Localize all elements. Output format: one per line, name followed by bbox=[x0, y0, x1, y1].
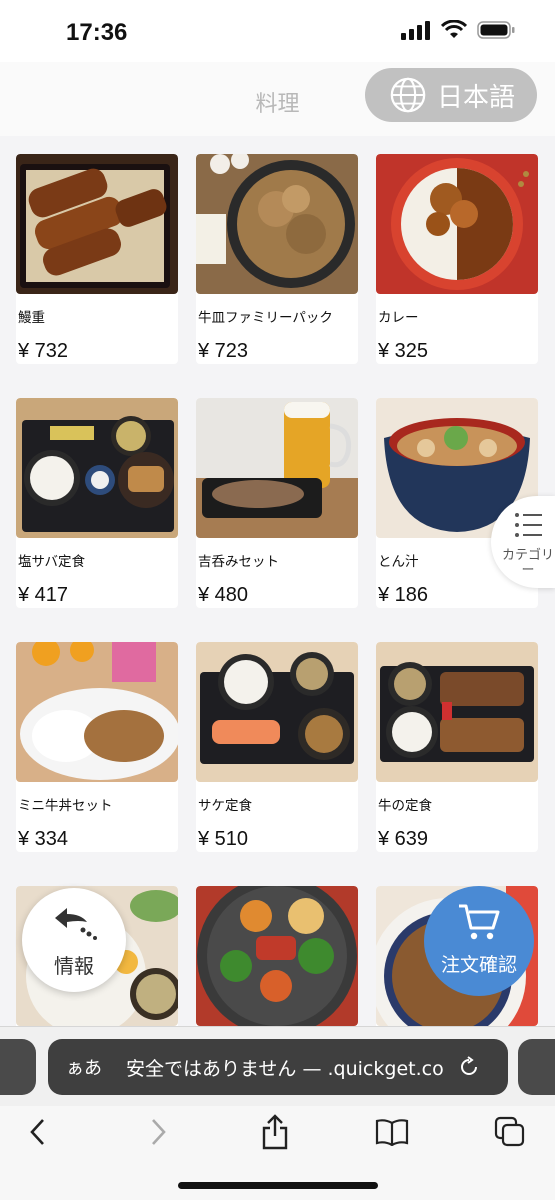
address-bar[interactable]: ぁあ 安全ではありません — .quickget.co bbox=[48, 1039, 508, 1095]
menu-item-image bbox=[376, 154, 538, 294]
menu-item-price: ¥ 723 bbox=[198, 340, 249, 362]
menu-item-image bbox=[196, 642, 358, 782]
menu-item-price: ¥ 510 bbox=[198, 828, 249, 850]
chevron-left-icon bbox=[30, 1119, 44, 1145]
language-button[interactable]: 日本語 bbox=[365, 68, 537, 122]
previous-tab[interactable] bbox=[0, 1039, 36, 1095]
menu-item-name: 牛の定食 bbox=[378, 798, 432, 814]
menu-item-price: ¥ 325 bbox=[378, 340, 429, 362]
next-tab[interactable] bbox=[518, 1039, 555, 1095]
menu-item-price: ¥ 186 bbox=[378, 584, 429, 606]
menu-item-card[interactable]: 牛皿ファミリーパック ¥ 723 bbox=[196, 154, 358, 364]
menu-item-image bbox=[16, 154, 178, 294]
share-button[interactable] bbox=[255, 1112, 295, 1152]
battery-icon bbox=[477, 21, 515, 39]
category-button[interactable]: カテゴリー bbox=[491, 496, 555, 588]
menu-item-name: 鰻重 bbox=[18, 310, 45, 326]
browser-url-area: ぁあ 安全ではありません — .quickget.co bbox=[0, 1026, 555, 1107]
menu-item-name: ミニ牛丼セット bbox=[18, 798, 113, 814]
url-text: 安全ではありません — .quickget.co bbox=[126, 1057, 444, 1080]
menu-item-name: 牛皿ファミリーパック bbox=[198, 310, 333, 326]
order-confirm-button[interactable]: 注文確認 bbox=[424, 886, 534, 996]
page-header: 料理 日本語 bbox=[0, 62, 555, 136]
status-bar: 17:36 bbox=[0, 0, 555, 62]
menu-item-card[interactable]: 鰻重 ¥ 732 bbox=[16, 154, 178, 364]
back-button[interactable] bbox=[18, 1112, 58, 1152]
chevron-right-icon bbox=[152, 1119, 166, 1145]
menu-item-image bbox=[376, 642, 538, 782]
language-label: 日本語 bbox=[437, 82, 516, 113]
reader-settings-button[interactable]: ぁあ bbox=[66, 1054, 102, 1080]
menu-item-card[interactable]: サケ定食 ¥ 510 bbox=[196, 642, 358, 852]
menu-item-name: 塩サバ定食 bbox=[18, 554, 85, 570]
book-icon bbox=[375, 1119, 409, 1146]
menu-item-card[interactable]: カレー ¥ 325 bbox=[376, 154, 538, 364]
bookmarks-button[interactable] bbox=[372, 1112, 412, 1152]
back-arrow-icon bbox=[55, 908, 97, 940]
menu-item-price: ¥ 480 bbox=[198, 584, 249, 606]
list-icon bbox=[515, 513, 542, 537]
category-label: カテゴリー bbox=[501, 548, 554, 578]
menu-item-image bbox=[16, 398, 178, 538]
menu-item-card[interactable]: 塩サバ定食 ¥ 417 bbox=[16, 398, 178, 608]
home-indicator bbox=[178, 1182, 378, 1189]
menu-item-card[interactable]: 牛の定食 ¥ 639 bbox=[376, 642, 538, 852]
menu-item-card[interactable]: ミニ牛丼セット ¥ 334 bbox=[16, 642, 178, 852]
menu-item-image bbox=[196, 398, 358, 538]
order-label: 注文確認 bbox=[440, 954, 517, 976]
status-icons bbox=[401, 20, 515, 40]
menu-item-image bbox=[196, 154, 358, 294]
menu-item-image bbox=[16, 642, 178, 782]
status-time: 17:36 bbox=[66, 19, 128, 46]
menu-item-price: ¥ 417 bbox=[18, 584, 69, 606]
menu-item-name: サケ定食 bbox=[198, 798, 252, 814]
share-icon bbox=[262, 1114, 288, 1150]
menu-item-card[interactable]: 吉呑みセット ¥ 480 bbox=[196, 398, 358, 608]
signal-icon bbox=[401, 21, 430, 40]
forward-button[interactable] bbox=[138, 1112, 178, 1152]
tabs-button[interactable] bbox=[490, 1112, 530, 1152]
menu-item-name: カレー bbox=[378, 310, 419, 326]
cart-icon bbox=[459, 904, 500, 940]
menu-item-name: 吉呑みセット bbox=[198, 554, 279, 570]
menu-item-price: ¥ 732 bbox=[18, 340, 69, 362]
menu-item-price: ¥ 334 bbox=[18, 828, 69, 850]
info-button[interactable]: 情報 bbox=[22, 888, 126, 992]
reload-icon[interactable] bbox=[458, 1056, 480, 1078]
menu-item-image bbox=[196, 886, 358, 1026]
menu-item-price: ¥ 639 bbox=[378, 828, 429, 850]
info-label: 情報 bbox=[54, 954, 94, 978]
wifi-icon bbox=[441, 20, 467, 38]
tabs-icon bbox=[494, 1116, 525, 1147]
globe-icon bbox=[390, 77, 426, 113]
